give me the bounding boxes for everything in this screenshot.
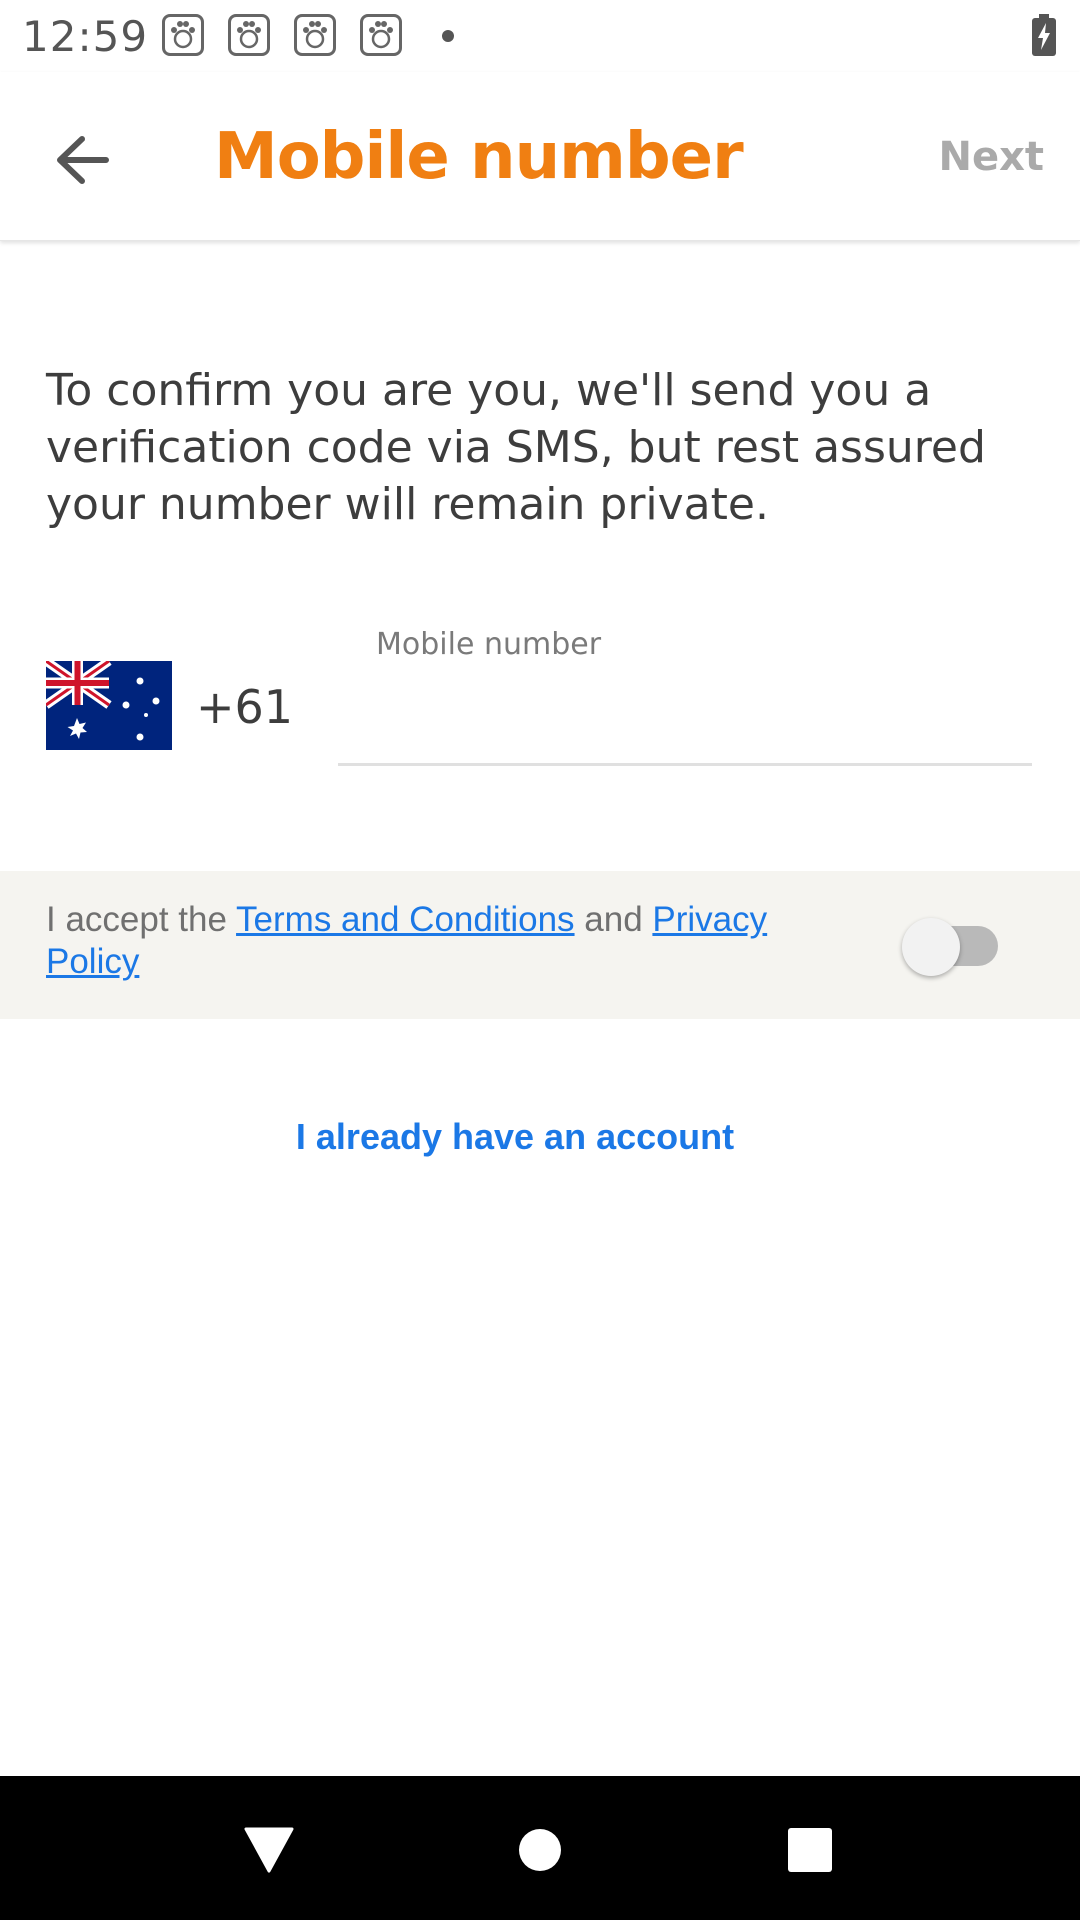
intro-text: To confirm you are you, we'll send you a…: [46, 365, 986, 530]
nav-recents-button[interactable]: [782, 1822, 838, 1878]
triangle-back-icon: [244, 1827, 294, 1873]
terms-row: I accept the Terms and Conditions and Pr…: [0, 871, 1080, 1019]
baidu-icon: [162, 14, 204, 56]
back-button[interactable]: [44, 122, 120, 198]
battery-charging-icon: [1032, 14, 1056, 56]
baidu-icon: [294, 14, 336, 56]
navigation-bar: [0, 1776, 1080, 1920]
more-notifications-dot: [442, 30, 454, 42]
app-bar: Mobile number Next: [0, 72, 1080, 241]
terms-and-conditions-link[interactable]: Terms and Conditions: [236, 900, 575, 939]
next-button[interactable]: Next: [938, 134, 1044, 180]
page-title: Mobile number: [214, 120, 744, 194]
status-bar: 12:59: [0, 0, 1080, 72]
toggle-thumb: [902, 918, 960, 976]
arrow-left-icon: [57, 136, 109, 184]
baidu-icon: [360, 14, 402, 56]
terms-prefix: I accept the: [46, 900, 237, 939]
australia-flag-icon[interactable]: [43, 657, 172, 750]
nav-home-button[interactable]: [512, 1822, 568, 1878]
terms-text: I accept the Terms and Conditions and Pr…: [46, 899, 836, 983]
already-have-account-link[interactable]: I already have an account: [0, 1116, 1030, 1158]
status-time: 12:59: [22, 12, 149, 61]
terms-middle: and: [574, 900, 653, 939]
mobile-number-label: Mobile number: [376, 627, 602, 662]
accept-terms-toggle[interactable]: [902, 918, 1000, 976]
baidu-icon: [228, 14, 270, 56]
country-code[interactable]: +61: [196, 680, 293, 734]
screen: 12:59 Mobile number Next To confirm you …: [0, 0, 1080, 1920]
square-recents-icon: [788, 1828, 832, 1872]
circle-home-icon: [519, 1829, 561, 1871]
mobile-number-input[interactable]: [338, 670, 1032, 766]
nav-back-button[interactable]: [241, 1822, 297, 1878]
